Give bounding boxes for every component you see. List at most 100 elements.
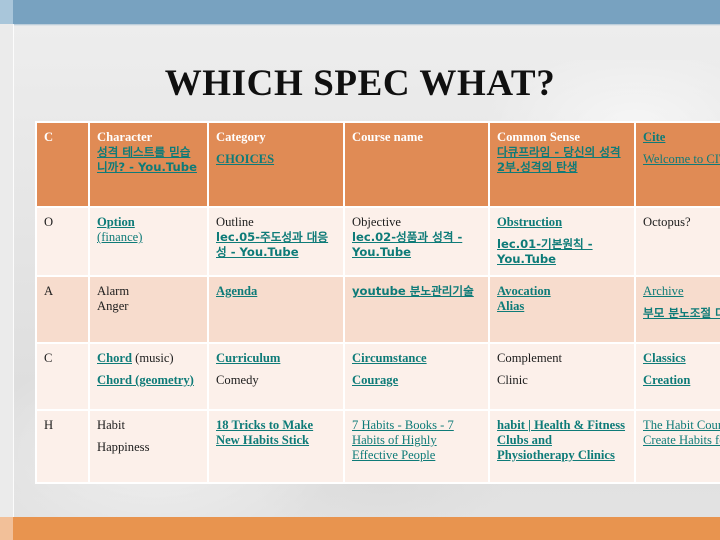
cell-text-2: Happiness (97, 439, 150, 454)
cell-cite: The Habit Course | Create Habits for Lif… (636, 410, 720, 484)
cell-letter: O (35, 208, 90, 277)
cell-common: Avocation Alias (490, 276, 636, 344)
cell-letter: C (35, 343, 90, 411)
cell-link[interactable]: habit | Health & Fitness Clubs and Physi… (497, 418, 628, 464)
cell-letter-c: C (35, 121, 90, 208)
cell-text: Octopus? (643, 215, 691, 229)
cell-link-2[interactable]: 부모 분노조절 다룰기술 (643, 306, 720, 321)
cell-link[interactable]: youtube 분노관리기술 (352, 284, 482, 299)
cell-link[interactable]: Circumstance (352, 351, 482, 366)
cell-category: Curriculum Comedy (209, 343, 345, 411)
cell-course: youtube 분노관리기술 (345, 276, 490, 344)
spec-table: C Character 성격 테스트를 믿습니까? - You.Tube Cat… (35, 121, 720, 484)
cell-text-2: Anger (97, 298, 129, 313)
slide-canvas: WHICH SPEC WHAT? C Character 성격 테스트를 믿습니… (0, 0, 720, 540)
cell-text: Habit (97, 417, 125, 432)
spec-table-container: C Character 성격 테스트를 믿습니까? - You.Tube Cat… (35, 121, 720, 484)
cell-cite: Classics Creation (636, 343, 720, 411)
cell-link[interactable]: Curriculum (216, 351, 337, 366)
cell-character-header: Character 성격 테스트를 믿습니까? - You.Tube (90, 121, 209, 208)
page-title: WHICH SPEC WHAT? (164, 62, 556, 104)
cell-cite: Archive 부모 분노조절 다룰기술 (636, 276, 720, 344)
cell-character: Alarm Anger (90, 276, 209, 344)
cell-course: Objective lec.02-성품과 성격 - You.Tube (345, 208, 490, 277)
cell-course: Circumstance Courage (345, 343, 490, 411)
left-strip-divider (13, 24, 14, 518)
cite-link[interactable]: Cite (643, 130, 720, 145)
cell-link-2[interactable]: (finance) (97, 230, 201, 245)
cell-text-2: Comedy (216, 372, 259, 387)
cell-character: Habit Happiness (90, 410, 209, 484)
top-band-accent (0, 0, 13, 24)
character-link[interactable]: 성격 테스트를 믿습니까? - You.Tube (97, 145, 201, 175)
bottom-decorative-band (0, 517, 720, 540)
cell-common-header: Common Sense 다큐프라임 - 당신의 성격 2부.성격의 탄생 (490, 121, 636, 208)
cell-character: Chord (music) Chord (geometry) (90, 343, 209, 411)
cell-link-2[interactable]: Chord (geometry) (97, 373, 201, 388)
cell-link[interactable]: Classics (643, 351, 720, 366)
cell-cite-header: Cite Welcome to CITES (636, 121, 720, 208)
cell-text-2: Clinic (497, 372, 528, 387)
cell-text: Complement (497, 350, 563, 365)
cite-link-2[interactable]: Welcome to CITES (643, 152, 720, 167)
common-label: Common Sense (497, 130, 580, 144)
cell-text: Outline (216, 215, 254, 229)
cell-category: Outline lec.05-주도성과 대응성 - You.Tube (209, 208, 345, 277)
cell-text: Objective (352, 215, 401, 229)
cell-link[interactable]: lec.02-성품과 성격 - You.Tube (352, 230, 482, 260)
cell-category: Agenda (209, 276, 345, 344)
cell-link[interactable]: The Habit Course | Create Habits for Lif… (643, 418, 720, 448)
character-label: Character (97, 130, 153, 144)
table-row: C Chord (music) Chord (geometry) Curricu… (35, 343, 720, 411)
cell-link[interactable]: Obstruction (497, 215, 628, 230)
cell-link-2[interactable]: lec.01-기본원칙 - You.Tube (497, 237, 628, 267)
bottom-band-accent (0, 517, 13, 540)
cell-cite: Octopus? (636, 208, 720, 277)
cell-link[interactable]: Chord (97, 351, 132, 365)
table-row: O Option (finance) Outline lec.05-주도성과 대… (35, 208, 720, 277)
category-label: Category (216, 130, 266, 144)
category-link[interactable]: CHOICES (216, 152, 337, 167)
top-band-shadow (0, 24, 720, 26)
cell-link[interactable]: Avocation (497, 284, 628, 299)
cell-text: Alarm (97, 283, 130, 298)
cell-category: 18 Tricks to Make New Habits Stick (209, 410, 345, 484)
cell-link[interactable]: Option (97, 215, 201, 230)
left-decorative-strip (0, 24, 13, 518)
table-row: H Habit Happiness 18 Tricks to Make New … (35, 410, 720, 484)
cell-link-2[interactable]: Alias (497, 299, 628, 314)
table-row-header: C Character 성격 테스트를 믿습니까? - You.Tube Cat… (35, 121, 720, 208)
cell-link-suffix: (music) (132, 350, 174, 365)
cell-letter: H (35, 410, 90, 484)
cell-course: 7 Habits - Books - 7 Habits of Highly Ef… (345, 410, 490, 484)
cell-character: Option (finance) (90, 208, 209, 277)
cell-link-2[interactable]: Creation (643, 373, 720, 388)
top-decorative-band (0, 0, 720, 24)
cell-link[interactable]: Agenda (216, 284, 337, 299)
cell-link[interactable]: lec.05-주도성과 대응성 - You.Tube (216, 230, 337, 260)
cell-link-2[interactable]: Courage (352, 373, 482, 388)
cell-link[interactable]: Archive (643, 284, 720, 299)
course-label: Course name (352, 130, 424, 144)
cell-link-group: Chord (music) (97, 351, 201, 366)
cell-letter: A (35, 276, 90, 344)
common-link[interactable]: 다큐프라임 - 당신의 성격 2부.성격의 탄생 (497, 145, 628, 175)
cell-common: habit | Health & Fitness Clubs and Physi… (490, 410, 636, 484)
cell-common: Complement Clinic (490, 343, 636, 411)
cell-common: Obstruction lec.01-기본원칙 - You.Tube (490, 208, 636, 277)
cell-category-header: Category CHOICES (209, 121, 345, 208)
table-row: A Alarm Anger Agenda youtube 분노관리기술 Avoc… (35, 276, 720, 344)
cell-link[interactable]: 18 Tricks to Make New Habits Stick (216, 418, 337, 448)
cell-link[interactable]: 7 Habits - Books - 7 Habits of Highly Ef… (352, 418, 482, 464)
cell-course-header: Course name (345, 121, 490, 208)
